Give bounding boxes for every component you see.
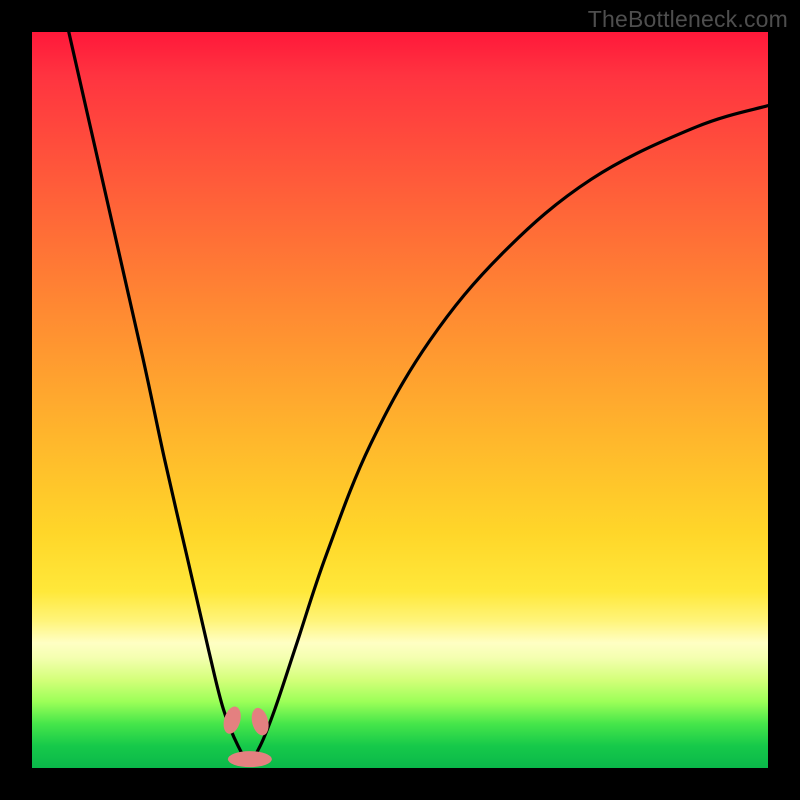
plot-area <box>32 32 768 768</box>
chart-frame: TheBottleneck.com <box>0 0 800 800</box>
marker-bottom <box>228 751 272 767</box>
marker-right <box>249 706 271 737</box>
bottleneck-curve <box>69 32 768 761</box>
curve-svg <box>32 32 768 768</box>
watermark-text: TheBottleneck.com <box>588 6 788 33</box>
